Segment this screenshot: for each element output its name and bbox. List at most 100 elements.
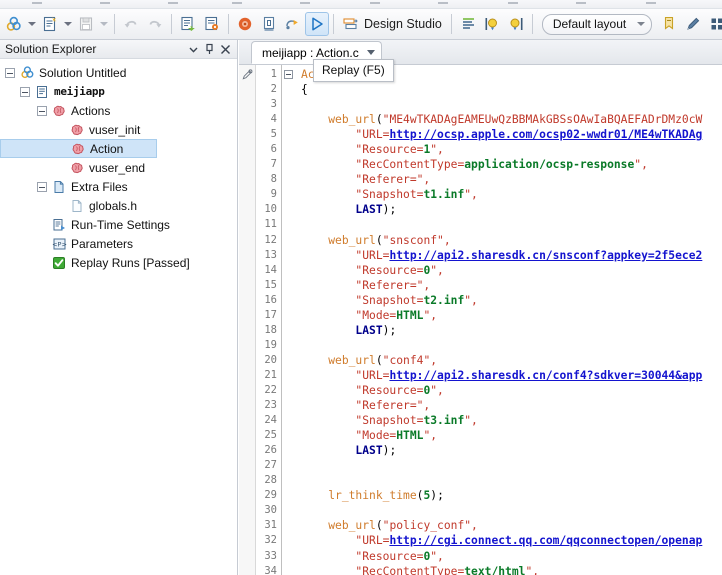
code-line[interactable]: LAST); bbox=[282, 202, 722, 217]
code-line[interactable]: web_url("policy_conf", bbox=[282, 518, 722, 533]
grid-icon[interactable] bbox=[705, 12, 722, 36]
new-solution-dropdown-icon[interactable] bbox=[26, 12, 38, 36]
collapse-icon[interactable] bbox=[37, 182, 47, 192]
tree-node-label: Parameters bbox=[71, 237, 133, 251]
code-line[interactable]: "RecContentType=text/html", bbox=[282, 564, 722, 575]
code-line[interactable]: "RecContentType=application/ocsp-respons… bbox=[282, 157, 722, 172]
step-out-icon[interactable] bbox=[504, 12, 528, 36]
code-line[interactable] bbox=[282, 97, 722, 112]
code-token-str: ", bbox=[430, 384, 444, 397]
code-line[interactable]: "Snapshot=t2.inf", bbox=[282, 293, 722, 308]
record-icon[interactable] bbox=[233, 12, 257, 36]
tree-node-solution-untitled[interactable]: Solution Untitled bbox=[0, 63, 237, 82]
code-line[interactable] bbox=[282, 217, 722, 232]
solution-icon bbox=[19, 65, 35, 81]
code-line[interactable]: "URL=http://cgi.connect.qq.com/qqconnect… bbox=[282, 533, 722, 548]
tree-node-vuser-end[interactable]: vuser_end bbox=[0, 158, 237, 177]
toolbar-separator bbox=[228, 14, 229, 34]
code-token-str: "URL= bbox=[355, 534, 389, 547]
line-number: 5 bbox=[256, 127, 281, 142]
code-line[interactable]: LAST); bbox=[282, 323, 722, 338]
tab-label: meijiapp : Action.c bbox=[262, 46, 359, 60]
code-line[interactable]: "Resource=0", bbox=[282, 549, 722, 564]
tree-node-actions[interactable]: Actions bbox=[0, 101, 237, 120]
fold-collapse-icon[interactable] bbox=[284, 70, 293, 79]
close-icon[interactable] bbox=[217, 41, 233, 57]
tree-node-replay-runs-passed[interactable]: Replay Runs [Passed] bbox=[0, 253, 237, 272]
undo-icon[interactable] bbox=[119, 12, 143, 36]
extra-files-icon bbox=[51, 179, 67, 195]
code-token-plain bbox=[301, 414, 355, 427]
collapse-icon[interactable] bbox=[20, 87, 30, 97]
code-line[interactable]: "Referer=", bbox=[282, 278, 722, 293]
code-line[interactable] bbox=[282, 458, 722, 473]
new-script-icon[interactable] bbox=[38, 12, 62, 36]
code-line[interactable]: web_url("snsconf", bbox=[282, 233, 722, 248]
code-line[interactable]: "Referer=", bbox=[282, 172, 722, 187]
code-line[interactable]: LAST); bbox=[282, 443, 722, 458]
tree-node-globals-h[interactable]: globals.h bbox=[0, 196, 237, 215]
code-line[interactable]: "Mode=HTML", bbox=[282, 428, 722, 443]
code-line[interactable]: "URL=http://api2.sharesdk.cn/conf4?sdkve… bbox=[282, 368, 722, 383]
tree-node-run-time-settings[interactable]: Run-Time Settings bbox=[0, 215, 237, 234]
code-line[interactable]: "Snapshot=t1.inf", bbox=[282, 187, 722, 202]
code-token-plain bbox=[301, 429, 355, 442]
svg-text:<P>: <P> bbox=[52, 240, 67, 248]
code-line[interactable] bbox=[282, 338, 722, 353]
code-line[interactable]: web_url("ME4wTKADAgEAMEUwQzBBMAkGBSsOAwI… bbox=[282, 112, 722, 127]
code-line[interactable]: "Resource=1", bbox=[282, 142, 722, 157]
code-token-punc: ); bbox=[430, 489, 444, 502]
stop-icon[interactable] bbox=[257, 12, 281, 36]
tree-node-action[interactable]: Action bbox=[0, 139, 157, 158]
chevron-down-icon[interactable] bbox=[185, 41, 201, 57]
tree-node-parameters[interactable]: <P> Parameters bbox=[0, 234, 237, 253]
collapse-icon[interactable] bbox=[37, 106, 47, 116]
layout-selector[interactable]: Default layout bbox=[542, 14, 652, 35]
code-line[interactable] bbox=[282, 503, 722, 518]
code-token-plain bbox=[301, 188, 355, 201]
code-line[interactable]: "Resource=0", bbox=[282, 383, 722, 398]
code-line[interactable]: { bbox=[282, 82, 722, 97]
design-studio-label[interactable]: Design Studio bbox=[362, 17, 447, 31]
tree-node-meijiapp[interactable]: meijiapp bbox=[0, 82, 237, 101]
tree-node-label: Extra Files bbox=[71, 180, 128, 194]
tree-node-extra-files[interactable]: Extra Files bbox=[0, 177, 237, 196]
step-into-icon[interactable] bbox=[480, 12, 504, 36]
tree-node-vuser-init[interactable]: vuser_init bbox=[0, 120, 237, 139]
code-token-plain bbox=[301, 128, 355, 141]
line-number: 8 bbox=[256, 172, 281, 187]
pin-icon[interactable] bbox=[201, 41, 217, 57]
chevron-down-icon[interactable] bbox=[367, 50, 375, 55]
code-line[interactable]: "Referer=", bbox=[282, 398, 722, 413]
code-token-punc: ( bbox=[376, 354, 383, 367]
new-solution-icon[interactable] bbox=[2, 12, 26, 36]
replay-with-script-icon[interactable] bbox=[281, 12, 305, 36]
bookmark-icon[interactable] bbox=[657, 12, 681, 36]
code-content[interactable]: Action(){ web_url("ME4wTKADAgEAMEUwQzBBM… bbox=[282, 65, 722, 575]
code-token-val: t2.inf bbox=[423, 294, 464, 307]
main-toolbar: Design Studio bbox=[0, 9, 722, 40]
code-line[interactable]: "URL=http://api2.sharesdk.cn/snsconf?app… bbox=[282, 248, 722, 263]
collapse-icon[interactable] bbox=[5, 68, 15, 78]
save-dropdown-icon[interactable] bbox=[98, 12, 110, 36]
new-script-dropdown-icon[interactable] bbox=[62, 12, 74, 36]
code-line[interactable] bbox=[282, 473, 722, 488]
tree-node-label: Replay Runs [Passed] bbox=[71, 256, 190, 270]
code-line[interactable]: "URL=http://ocsp.apple.com/ocsp02-wwdr01… bbox=[282, 127, 722, 142]
compile-icon[interactable] bbox=[176, 12, 200, 36]
code-line[interactable]: "Resource=0", bbox=[282, 263, 722, 278]
editor-tabbar: meijiapp : Action.c bbox=[239, 40, 722, 65]
tree-node-label: vuser_init bbox=[89, 123, 140, 137]
replay-icon[interactable] bbox=[305, 12, 329, 36]
code-line[interactable]: "Mode=HTML", bbox=[282, 308, 722, 323]
code-line[interactable]: web_url("conf4", bbox=[282, 353, 722, 368]
runtime-settings-icon[interactable] bbox=[200, 12, 224, 36]
code-line[interactable]: lr_think_time(5); bbox=[282, 488, 722, 503]
code-line[interactable]: "Snapshot=t3.inf", bbox=[282, 413, 722, 428]
pencil-icon[interactable] bbox=[681, 12, 705, 36]
code-token-str: ", bbox=[423, 309, 437, 322]
design-studio-icon[interactable] bbox=[338, 12, 362, 36]
redo-icon[interactable] bbox=[143, 12, 167, 36]
script-view-icon[interactable] bbox=[456, 12, 480, 36]
save-icon[interactable] bbox=[74, 12, 98, 36]
